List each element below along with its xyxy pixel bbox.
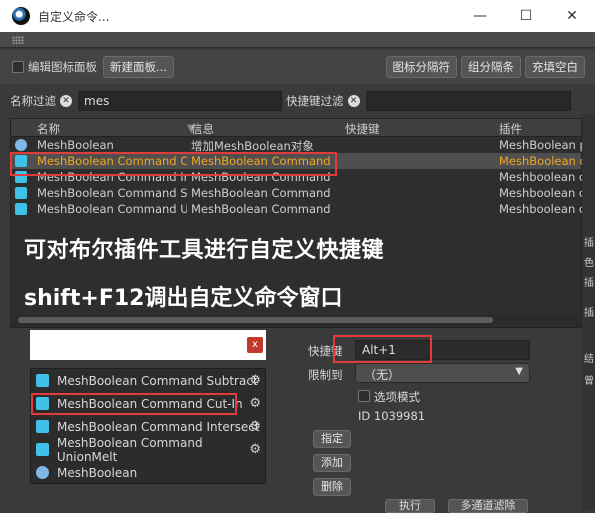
- row-plugin: Meshboolean c: [499, 170, 583, 184]
- side-char: 插: [584, 238, 594, 249]
- list-item[interactable]: MeshBoolean: [31, 461, 265, 484]
- list-item-label: MeshBoolean Command Subtract: [57, 373, 258, 388]
- boolean-icon: [15, 139, 27, 151]
- gear-icon[interactable]: ⚙: [249, 373, 261, 388]
- shortcut-highlight: [333, 335, 432, 363]
- boolean-icon: [36, 466, 49, 479]
- delete-button[interactable]: 删除: [313, 478, 351, 496]
- add-button[interactable]: 添加: [313, 454, 351, 472]
- fill-space-button[interactable]: 充填空白: [525, 56, 585, 78]
- panel-toolbar: 编辑图标面板 新建面板... 图标分隔符 组分隔条 充填空白: [0, 50, 595, 84]
- icon-separator-button[interactable]: 图标分隔符: [385, 56, 457, 78]
- union-icon: [15, 203, 27, 215]
- row-plugin: MeshBoolean p: [499, 138, 583, 152]
- restrict-to-value: （无）: [364, 368, 401, 382]
- side-char: 曾: [584, 376, 594, 387]
- row-plugin: Meshboolean c: [499, 186, 583, 200]
- shortcut-filter-label: 快捷键过滤: [286, 94, 344, 108]
- title-bar: 自定义命令... — ☐ ✕: [0, 0, 595, 32]
- toolbar-grip: [0, 32, 595, 48]
- command-results-list: MeshBoolean Command Subtract ⚙ MeshBoole…: [30, 368, 266, 484]
- column-header-info[interactable]: 信息: [191, 121, 214, 137]
- column-header-shortcut[interactable]: 快捷键: [345, 121, 380, 137]
- multi-filter-button[interactable]: 多通道滤除: [448, 499, 528, 513]
- shortcut-filter-input[interactable]: [365, 91, 571, 111]
- clear-name-filter-icon[interactable]: ✕: [60, 95, 72, 107]
- column-header-name[interactable]: 名称: [37, 121, 60, 137]
- subtract-icon: [36, 374, 49, 387]
- table-header: 名称 ▼ 信息 快捷键 插件: [11, 119, 581, 137]
- background-panel-strip: 插 色 插 插 结 曾: [582, 114, 595, 510]
- maximize-button[interactable]: ☐: [503, 0, 549, 32]
- window-controls: — ☐ ✕: [457, 0, 595, 32]
- gear-icon[interactable]: ⚙: [249, 396, 261, 411]
- assign-button[interactable]: 指定: [313, 430, 351, 448]
- selected-row-highlight: [10, 152, 337, 176]
- row-name: MeshBoolean Command Uni: [37, 202, 187, 216]
- horizontal-scrollbar[interactable]: [10, 314, 582, 326]
- grip-icon[interactable]: [12, 36, 24, 44]
- row-info: MeshBoolean Command: [191, 202, 331, 216]
- restrict-to-dropdown[interactable]: （无） ▼: [355, 363, 530, 383]
- clear-shortcut-filter-icon[interactable]: ✕: [347, 95, 360, 107]
- minimize-button[interactable]: —: [457, 0, 503, 32]
- list-item-label: MeshBoolean: [57, 465, 138, 480]
- row-plugin: MeshBoolean c: [499, 154, 583, 168]
- edit-icon-panel-checkbox[interactable]: [12, 61, 24, 73]
- side-char: 插: [584, 278, 594, 289]
- option-mode-label: 选项模式: [374, 390, 420, 404]
- filter-row: 名称过滤 ✕ mes 快捷键过滤 ✕: [0, 88, 595, 114]
- command-search-popup[interactable]: x: [30, 330, 266, 360]
- table-row[interactable]: MeshBoolean 增加MeshBoolean对象 MeshBoolean …: [11, 137, 583, 153]
- side-char: 插: [584, 308, 594, 319]
- table-row[interactable]: MeshBoolean Command Uni MeshBoolean Comm…: [11, 201, 583, 217]
- table-row[interactable]: MeshBoolean Command Subt MeshBoolean Com…: [11, 185, 583, 201]
- list-item[interactable]: MeshBoolean Command Subtract ⚙: [31, 369, 265, 392]
- option-mode-checkbox[interactable]: [358, 390, 370, 402]
- annotation-line-2: shift+F12调出自定义命令窗口: [24, 286, 343, 311]
- list-item[interactable]: MeshBoolean Command UnionMelt ⚙: [31, 435, 265, 464]
- cut-in-item-highlight: [31, 393, 237, 415]
- row-info: MeshBoolean Command: [191, 186, 331, 200]
- row-name: MeshBoolean Command Subt: [37, 186, 187, 200]
- list-item-label: MeshBoolean Command UnionMelt: [56, 435, 203, 464]
- union-icon: [36, 443, 49, 456]
- execute-button[interactable]: 执行: [385, 499, 435, 513]
- edit-icon-panel-label: 编辑图标面板: [28, 60, 97, 74]
- gear-icon[interactable]: ⚙: [249, 442, 261, 457]
- side-char: 结: [584, 354, 594, 365]
- gear-icon[interactable]: ⚙: [249, 419, 261, 434]
- annotation-line-1: 可对布尔插件工具进行自定义快捷键: [24, 238, 385, 263]
- name-filter-input[interactable]: mes: [78, 91, 282, 111]
- side-char: 色: [584, 258, 594, 269]
- cinema4d-app-icon: [12, 7, 30, 25]
- intersect-icon: [36, 420, 49, 433]
- new-panel-button[interactable]: 新建面板...: [103, 56, 174, 78]
- restrict-to-label: 限制到: [308, 368, 343, 382]
- chevron-down-icon: ▼: [515, 366, 523, 377]
- column-header-plugin[interactable]: 插件: [499, 121, 522, 137]
- row-plugin: Meshboolean c: [499, 202, 583, 216]
- subtract-icon: [15, 187, 27, 199]
- group-separator-button[interactable]: 组分隔条: [461, 56, 521, 78]
- list-item-label: MeshBoolean Command Intersect: [57, 419, 260, 434]
- scrollbar-thumb[interactable]: [18, 317, 493, 323]
- window-title: 自定义命令...: [38, 9, 110, 24]
- close-popup-icon[interactable]: x: [247, 337, 263, 353]
- name-filter-label: 名称过滤: [10, 94, 56, 108]
- close-button[interactable]: ✕: [549, 0, 595, 32]
- row-name: MeshBoolean: [37, 138, 114, 152]
- command-id: ID 1039981: [358, 409, 426, 423]
